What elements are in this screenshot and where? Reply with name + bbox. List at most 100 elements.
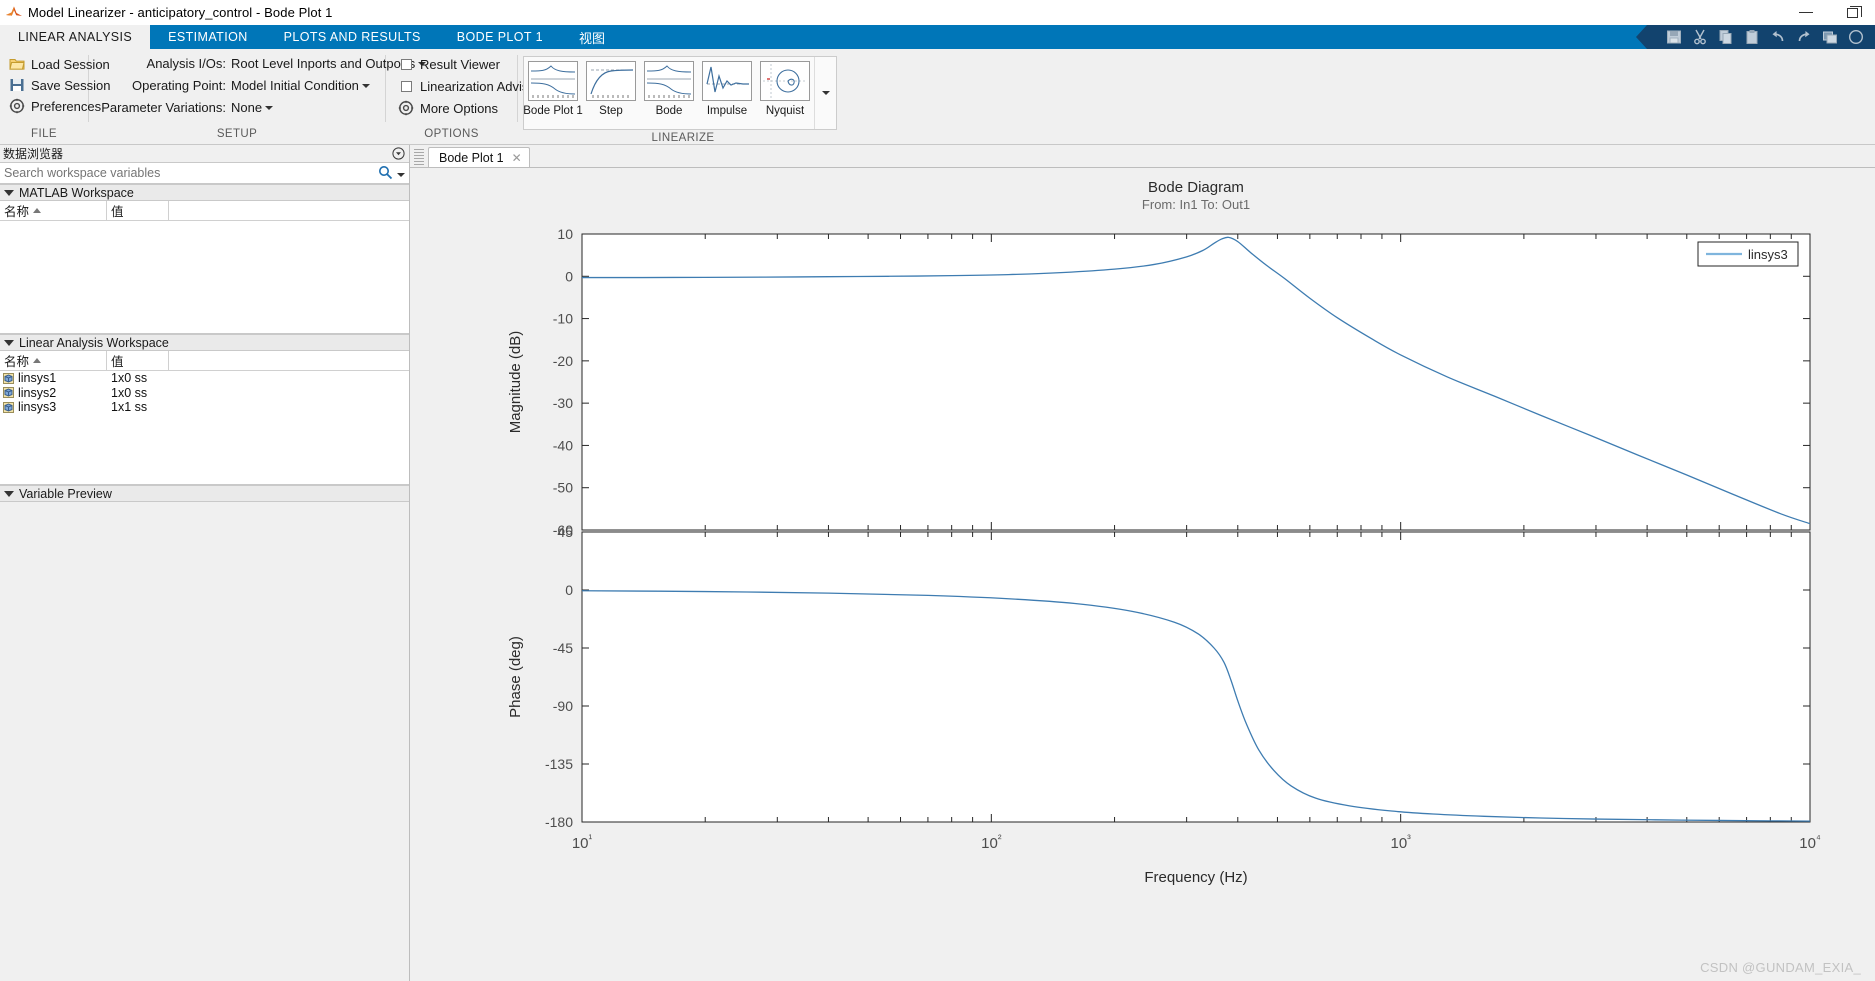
plot-type-gallery: Bode Plot 1 — [523, 56, 837, 130]
maximize-button[interactable] — [1829, 0, 1875, 25]
ribbon-group-file: Load Session Save Session Preferences FI… — [0, 49, 88, 145]
column-header-name[interactable]: 名称 — [0, 201, 107, 221]
svg-text:0: 0 — [565, 268, 573, 284]
svg-text:From: In1 To: Out1: From: In1 To: Out1 — [1142, 197, 1250, 212]
linear-analysis-table: linsys1 1x0 ss linsys2 1x0 ss — [0, 371, 409, 485]
paste-icon[interactable] — [1741, 27, 1763, 47]
layout-icon[interactable] — [1819, 27, 1841, 47]
parameter-variations-label: Parameter Variations: — [93, 100, 226, 115]
group-label-setup: SETUP — [89, 126, 385, 145]
minimize-button[interactable] — [1783, 0, 1829, 25]
variable-name: linsys3 — [18, 400, 56, 414]
expand-triangle-icon — [4, 190, 14, 196]
svg-text:Frequency (Hz): Frequency (Hz) — [1144, 869, 1247, 886]
tab-label: ESTIMATION — [168, 30, 247, 44]
table-row[interactable]: linsys2 1x0 ss — [0, 386, 409, 401]
svg-text:45: 45 — [557, 524, 573, 540]
parameter-variations-row: Parameter Variations: None — [93, 98, 273, 117]
more-options-button[interactable]: More Options — [392, 98, 504, 118]
floppy-disk-icon — [9, 77, 25, 93]
gallery-item-bode[interactable]: Bode — [640, 57, 698, 129]
document-tab-bode-plot-1[interactable]: Bode Plot 1 ✕ — [428, 147, 530, 167]
operating-point-dropdown[interactable]: Model Initial Condition — [231, 78, 370, 93]
tab-label: LINEAR ANALYSIS — [18, 30, 132, 44]
svg-text:-90: -90 — [553, 698, 573, 714]
sort-ascending-icon — [33, 358, 41, 363]
bode-diagram[interactable]: Bode DiagramFrom: In1 To: Out1100-10-20-… — [410, 168, 1874, 980]
variable-value: 1x1 ss — [107, 400, 169, 414]
group-label-linearize: LINEARIZE — [518, 130, 848, 146]
section-linear-analysis-workspace[interactable]: Linear Analysis Workspace — [0, 334, 409, 351]
ss-variable-icon — [3, 373, 14, 384]
undo-icon[interactable] — [1767, 27, 1789, 47]
variable-name: linsys2 — [18, 386, 56, 400]
help-icon[interactable] — [1845, 27, 1867, 47]
section-title: MATLAB Workspace — [19, 186, 134, 200]
tab-estimation[interactable]: ESTIMATION — [150, 25, 265, 49]
parameter-variations-dropdown[interactable]: None — [231, 100, 273, 115]
tab-view[interactable]: 视图 — [561, 25, 623, 49]
save-icon[interactable] — [1663, 27, 1685, 47]
checkbox-icon — [398, 78, 414, 94]
svg-text:10⁴: 10⁴ — [1799, 833, 1821, 852]
ribbon-group-options: Result Viewer Linearization Advisor More… — [386, 49, 517, 145]
window-controls — [1783, 0, 1875, 25]
search-input[interactable] — [4, 166, 344, 180]
column-label: 值 — [111, 351, 124, 370]
gallery-item-step[interactable]: Step — [582, 57, 640, 129]
search-bar — [0, 163, 409, 184]
data-browser-title: 数据浏览器 — [3, 145, 63, 162]
variable-value: 1x0 ss — [107, 371, 169, 385]
main-area: 数据浏览器 MATLAB Workspace — [0, 145, 1875, 981]
section-variable-preview[interactable]: Variable Preview — [0, 485, 409, 502]
checkbox-icon — [398, 56, 414, 72]
bode-thumb-icon — [644, 61, 694, 101]
svg-text:-135: -135 — [545, 756, 573, 772]
gallery-item-impulse[interactable]: Impulse — [698, 57, 756, 129]
ss-variable-icon — [3, 402, 14, 413]
chevron-down-icon — [822, 91, 830, 95]
drag-handle-icon[interactable] — [414, 149, 424, 165]
operating-point-row: Operating Point: Model Initial Condition — [93, 76, 370, 95]
column-label: 名称 — [4, 201, 29, 220]
table-row[interactable]: linsys1 1x0 ss — [0, 371, 409, 386]
model-linearizer-window: Model Linearizer - anticipatory_control … — [0, 0, 1875, 981]
svg-text:10: 10 — [557, 226, 573, 242]
svg-text:0: 0 — [565, 582, 573, 598]
quick-access-toolbar — [1647, 25, 1875, 49]
svg-text:-30: -30 — [553, 395, 573, 411]
column-header-value[interactable]: 值 — [107, 351, 169, 371]
chevron-down-icon[interactable] — [397, 173, 405, 177]
bode-plot-canvas[interactable]: Bode DiagramFrom: In1 To: Out1100-10-20-… — [410, 168, 1875, 981]
copy-icon[interactable] — [1715, 27, 1737, 47]
svg-text:-10: -10 — [553, 311, 573, 327]
column-header-value[interactable]: 值 — [107, 201, 169, 221]
nyquist-thumb-icon — [760, 61, 810, 101]
redo-icon[interactable] — [1793, 27, 1815, 47]
gallery-more-button[interactable] — [814, 57, 836, 129]
tab-linear-analysis[interactable]: LINEAR ANALYSIS — [0, 25, 150, 49]
tab-bode-plot-1[interactable]: BODE PLOT 1 — [439, 25, 561, 49]
svg-text:Phase (deg): Phase (deg) — [507, 636, 524, 718]
cut-icon[interactable] — [1689, 27, 1711, 47]
matlab-workspace-table[interactable] — [0, 221, 409, 334]
gallery-item-label: Impulse — [707, 105, 747, 117]
result-viewer-checkbox[interactable]: Result Viewer — [392, 54, 506, 74]
svg-text:linsys3: linsys3 — [1748, 247, 1788, 262]
gallery-item-label: Step — [599, 105, 623, 117]
folder-open-icon — [9, 56, 25, 72]
search-icon[interactable] — [378, 165, 393, 185]
column-header-name[interactable]: 名称 — [0, 351, 107, 371]
tab-plots-and-results[interactable]: PLOTS AND RESULTS — [266, 25, 439, 49]
collapse-icon[interactable] — [392, 147, 405, 163]
column-label: 名称 — [4, 351, 29, 370]
section-matlab-workspace[interactable]: MATLAB Workspace — [0, 184, 409, 201]
gear-icon — [398, 100, 414, 116]
close-icon[interactable]: ✕ — [512, 152, 522, 164]
matlab-workspace-column-header: 名称 值 — [0, 201, 409, 221]
gallery-item-nyquist[interactable]: Nyquist — [756, 57, 814, 129]
gallery-item-bode-plot-1[interactable]: Bode Plot 1 — [524, 57, 582, 129]
gallery-item-label: Bode Plot 1 — [523, 105, 582, 117]
table-row[interactable]: linsys3 1x1 ss — [0, 400, 409, 415]
expand-triangle-icon — [4, 340, 14, 346]
